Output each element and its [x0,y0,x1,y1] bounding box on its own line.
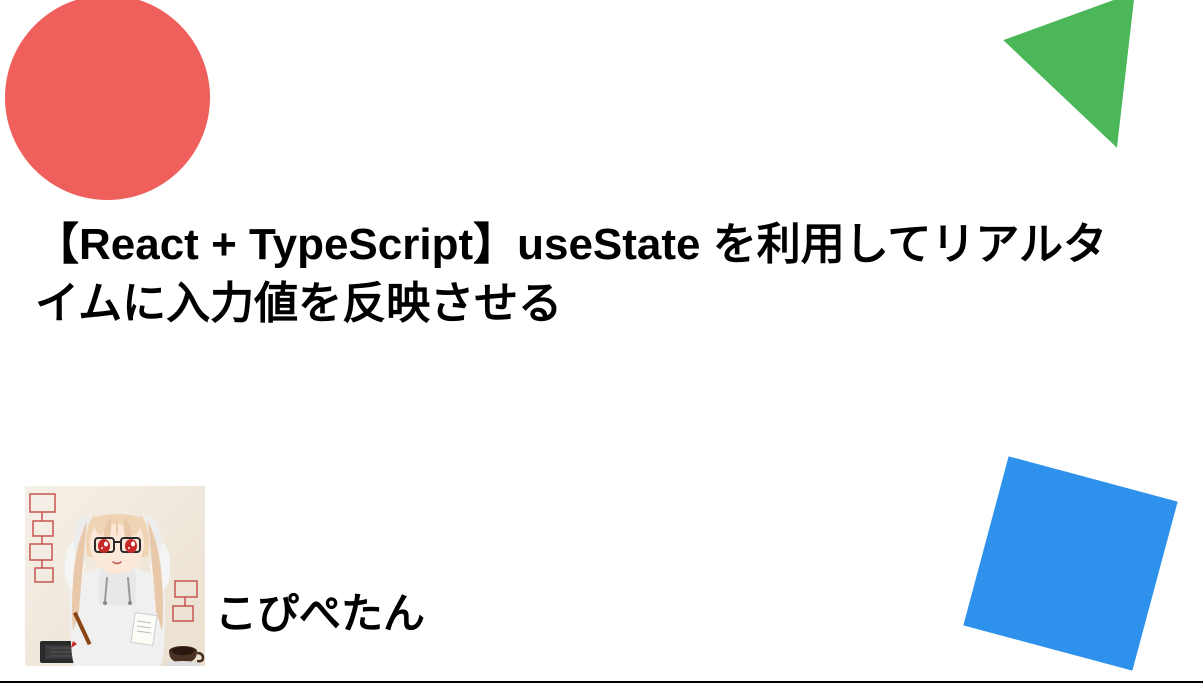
author-name: こぴぺたん [215,580,425,641]
article-title: 【React + TypeScript】useState を利用してリアルタイム… [35,215,1143,334]
author-avatar [25,486,205,666]
decorative-circle [5,0,210,200]
decorative-triangle [1003,0,1182,172]
author-section: こぴぺたん [25,486,425,666]
decorative-square [963,456,1177,670]
